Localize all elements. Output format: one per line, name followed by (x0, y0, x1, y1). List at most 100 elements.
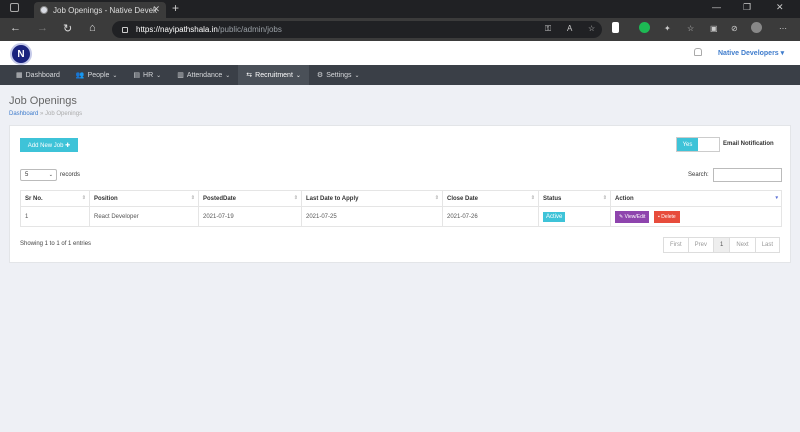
nav-item-hr[interactable]: ▤ HR ⌄ (125, 65, 169, 85)
lock-icon (122, 26, 128, 33)
chevron-down-icon: ⌄ (112, 72, 118, 79)
nav-label: Settings (326, 71, 352, 79)
chevron-down-icon: ⌄ (225, 72, 231, 79)
tab-actions-icon[interactable] (10, 3, 19, 12)
toggle-off-handle (698, 138, 719, 151)
window-close-icon[interactable]: ✕ (776, 2, 784, 13)
delete-button[interactable]: ▪ Delete (654, 210, 680, 223)
column-header[interactable]: Action ▾ (610, 190, 782, 207)
page-first-button[interactable]: First (664, 238, 689, 252)
reload-icon[interactable]: ↻ (63, 22, 72, 35)
page-prev-button[interactable]: Prev (689, 238, 715, 252)
home-icon[interactable]: ⌂ (89, 22, 96, 34)
records-label: records (60, 172, 81, 178)
nav-item-attendance[interactable]: ▥ Attendance ⌄ (169, 65, 238, 85)
nav-item-people[interactable]: 👥 People ⌄ (68, 65, 126, 85)
column-header[interactable]: Last Date to Apply ⇕ (301, 190, 443, 207)
page-title: Job Openings (9, 95, 77, 107)
toggle-on-label: Yes (677, 138, 698, 151)
nav-item-settings[interactable]: ⚙ Settings ⌄ (309, 65, 368, 85)
recruitment-icon: ⇆ (246, 72, 253, 79)
dashboard-icon: ▦ (16, 72, 23, 79)
column-header[interactable]: Close Date ⇕ (442, 190, 539, 207)
bell-icon[interactable] (694, 48, 702, 56)
back-icon[interactable]: ← (10, 22, 21, 34)
collections-icon[interactable]: ▣ (710, 24, 718, 33)
sort-icon: ⇕ (530, 195, 535, 201)
chevron-down-icon: ⌄ (295, 72, 301, 79)
table-info: Showing 1 to 1 of 1 entries (20, 241, 92, 247)
nav-item-recruitment[interactable]: ⇆ Recruitment ⌄ (238, 65, 309, 85)
cell-position: React Developer (89, 206, 199, 227)
page-last-button[interactable]: Last (756, 238, 779, 252)
column-header[interactable]: Sr No. ⇕ (20, 190, 90, 207)
cell-last-date: 2021-07-25 (301, 206, 443, 227)
close-tab-icon[interactable]: ✕ (152, 4, 160, 15)
new-tab-icon[interactable]: + (172, 1, 179, 15)
maximize-icon[interactable]: ❐ (743, 2, 751, 13)
column-header[interactable]: Status ⇕ (538, 190, 611, 207)
tab-title: Job Openings - Native Developers (53, 5, 157, 15)
sort-icon: ⇕ (293, 195, 298, 201)
read-aloud-icon[interactable]: A (567, 24, 572, 33)
key-icon[interactable]: ⚿ (545, 24, 551, 34)
minimize-icon[interactable]: — (712, 2, 721, 12)
grammarly-icon[interactable] (639, 22, 650, 33)
sort-icon: ⇕ (602, 195, 607, 201)
chevron-down-icon: ⌄ (48, 172, 53, 178)
page-length-value: 5 (25, 172, 29, 178)
page-next-button[interactable]: Next (730, 238, 756, 252)
cell-posted-date: 2021-07-19 (198, 206, 302, 227)
browser-tab[interactable]: Job Openings - Native Developers ✕ (34, 2, 166, 18)
email-notification-label: Email Notification (723, 141, 774, 147)
nav-item-dashboard[interactable]: ▦ Dashboard (8, 65, 68, 85)
sort-icon: ⇕ (434, 195, 439, 201)
page-length-control: 5 ⌄ records (20, 169, 80, 181)
sort-icon: ⇕ (81, 195, 86, 201)
attendance-icon: ▥ (177, 72, 184, 79)
favorite-star-icon[interactable]: ☆ (588, 24, 595, 33)
user-name: Native Developers (718, 50, 779, 57)
nav-label: Dashboard (25, 71, 60, 79)
people-icon: 👥 (75, 72, 85, 79)
main-nav: ▦ Dashboard 👥 People ⌄ ▤ HR ⌄ ▥ Attendan… (0, 65, 800, 85)
table-header-row: Sr No. ⇕ Position ⇕ PostedDate ⇕ Last Date … (20, 190, 782, 207)
breadcrumb-dashboard-link[interactable]: Dashboard (9, 111, 38, 117)
user-menu[interactable]: Native Developers ▾ (718, 49, 784, 57)
breadcrumb-separator: » (40, 111, 44, 117)
forward-icon[interactable]: → (37, 22, 48, 34)
status-badge: Active (543, 211, 566, 222)
breadcrumb: Dashboard » Job Openings (9, 111, 82, 117)
table-row: 1 React Developer 2021-07-19 2021-07-25 … (20, 206, 782, 227)
address-bar[interactable]: https://nayipathshala.in /public/admin/j… (112, 21, 602, 38)
nav-label: HR (143, 71, 154, 79)
hr-icon: ▤ (133, 72, 141, 79)
page-length-select[interactable]: 5 ⌄ (20, 169, 57, 181)
more-menu-icon[interactable]: ⋯ (779, 24, 787, 33)
email-notification-toggle[interactable]: Yes (676, 137, 720, 152)
trash-icon: ▪ (658, 213, 660, 220)
favicon-icon (40, 6, 48, 14)
add-new-job-button[interactable]: Add New Job ✚ (20, 138, 78, 152)
nav-label: Recruitment (255, 71, 293, 79)
edit-icon: ✎ (619, 213, 624, 220)
search-input[interactable] (713, 168, 782, 182)
column-header[interactable]: Position ⇕ (89, 190, 199, 207)
column-header[interactable]: PostedDate ⇕ (198, 190, 302, 207)
sort-desc-icon: ▾ (775, 195, 778, 201)
favorites-icon[interactable]: ☆ (687, 24, 694, 33)
browser-essentials-icon[interactable]: ⊘ (731, 24, 738, 33)
breadcrumb-current: Job Openings (45, 111, 83, 117)
chevron-down-icon: ⌄ (156, 72, 162, 79)
view-edit-button[interactable]: ✎ View/Edit (615, 210, 650, 223)
profile-avatar[interactable] (751, 22, 762, 33)
url-host: https://nayipathshala.in (136, 25, 218, 34)
search-label: Search: (688, 172, 709, 178)
extensions-puzzle-icon[interactable]: ✦ (664, 24, 671, 33)
app-header: N Native Developers ▾ (0, 41, 800, 65)
nav-label: People (87, 71, 110, 79)
sort-icon: ⇕ (190, 195, 195, 201)
extension-icon[interactable] (612, 22, 619, 33)
page-number-button[interactable]: 1 (714, 238, 731, 252)
app-logo[interactable]: N (10, 43, 32, 65)
